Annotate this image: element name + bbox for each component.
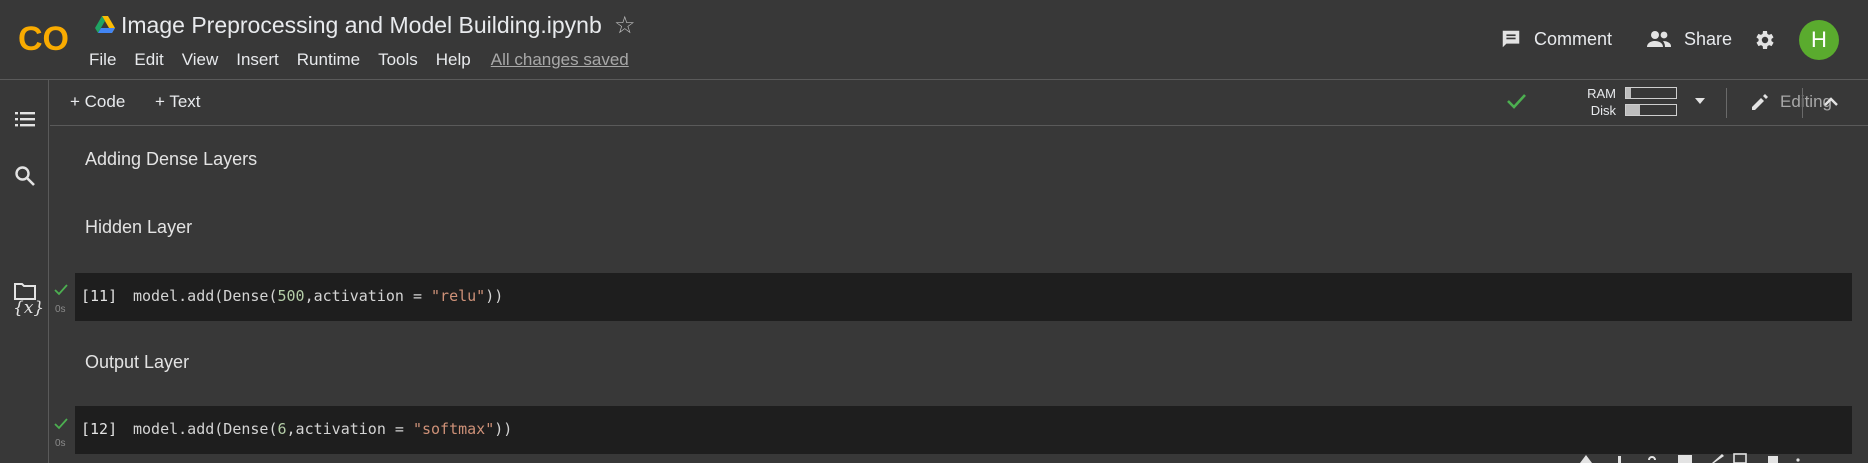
toolbar-divider <box>1726 88 1727 118</box>
code-cell[interactable]: [12] model.add(Dense(6,activation = "sof… <box>75 406 1852 454</box>
code-editor[interactable]: model.add(Dense(6,activation = "softmax"… <box>133 420 512 438</box>
share-label: Share <box>1684 28 1733 49</box>
left-sidebar: {𝑥} <box>0 80 49 463</box>
disk-usage-fill <box>1626 105 1640 115</box>
comment-button[interactable]: Comment <box>1500 28 1612 50</box>
disk-usage-bar[interactable] <box>1625 104 1677 116</box>
chevron-up-icon[interactable] <box>1821 92 1841 112</box>
add-code-button[interactable]: + Code <box>70 92 125 112</box>
disk-label: Disk <box>1590 103 1616 118</box>
svg-text:CO: CO <box>18 20 68 57</box>
code-token: ,activation = <box>304 287 432 305</box>
user-avatar[interactable]: H <box>1799 20 1839 60</box>
execution-count: [11] <box>81 287 118 305</box>
code-token: model.add(Dense( <box>133 287 278 305</box>
code-token: model.add(Dense( <box>133 420 278 438</box>
menu-insert[interactable]: Insert <box>236 50 279 70</box>
table-of-contents-icon[interactable] <box>14 108 36 130</box>
comment-cell-icon[interactable] <box>1678 455 1692 463</box>
delete-icon[interactable] <box>1768 456 1778 463</box>
edit-cell-icon[interactable] <box>1712 454 1724 463</box>
execution-time: 0s <box>55 438 66 449</box>
dropdown-arrow-icon[interactable] <box>1693 94 1707 108</box>
code-token: )) <box>494 420 513 438</box>
comment-label: Comment <box>1534 28 1613 49</box>
pencil-icon <box>1752 94 1768 110</box>
toolbar-divider <box>1802 88 1803 118</box>
run-success-check-icon <box>54 418 68 430</box>
app-header: CO Image Preprocessing and Model Buildin… <box>0 0 1868 80</box>
people-icon <box>1647 31 1671 47</box>
google-drive-icon[interactable] <box>95 16 115 34</box>
code-token: ,activation = <box>286 420 413 438</box>
notebook-title[interactable]: Image Preprocessing and Model Building.i… <box>121 12 602 39</box>
ram-usage-bar[interactable] <box>1625 87 1677 99</box>
code-string-token: "relu" <box>431 287 486 305</box>
save-status-link[interactable]: All changes saved <box>491 50 629 70</box>
ram-label: RAM <box>1587 86 1616 101</box>
code-string-token: "softmax" <box>412 420 495 438</box>
menu-tools[interactable]: Tools <box>378 50 418 70</box>
notebook-toolbar: + Code + Text RAM Disk Editing <box>50 80 1868 126</box>
code-cell[interactable]: [11] model.add(Dense(500,activation = "r… <box>75 273 1852 321</box>
connected-check-icon <box>1507 94 1526 109</box>
run-success-check-icon <box>54 284 68 296</box>
code-number-token: 500 <box>277 287 305 305</box>
mirror-cell-icon[interactable] <box>1733 453 1747 463</box>
code-number-token: 6 <box>277 420 287 438</box>
menu-help[interactable]: Help <box>436 50 471 70</box>
code-token: )) <box>485 287 504 305</box>
menu-bar: File Edit View Insert Runtime Tools Help… <box>89 50 647 70</box>
comment-icon <box>1502 30 1520 48</box>
move-up-icon[interactable] <box>1580 455 1592 463</box>
menu-edit[interactable]: Edit <box>134 50 163 70</box>
text-cell-heading[interactable]: Adding Dense Layers <box>85 149 257 170</box>
search-icon[interactable] <box>14 165 36 187</box>
code-editor[interactable]: model.add(Dense(500,activation = "relu")… <box>133 287 503 305</box>
more-options-icon[interactable] <box>1796 458 1800 462</box>
menu-view[interactable]: View <box>182 50 219 70</box>
move-down-icon[interactable] <box>1618 456 1621 463</box>
execution-count: [12] <box>81 420 118 438</box>
ram-usage-fill <box>1626 88 1631 98</box>
cell-action-toolbar <box>1580 453 1800 463</box>
editing-mode-button[interactable]: Editing <box>1750 92 1832 112</box>
execution-time: 0s <box>55 304 66 315</box>
text-cell-heading[interactable]: Output Layer <box>85 352 189 373</box>
star-icon[interactable]: ☆ <box>614 11 636 40</box>
share-button[interactable]: Share <box>1646 28 1732 50</box>
menu-runtime[interactable]: Runtime <box>297 50 360 70</box>
gear-icon[interactable] <box>1752 28 1776 52</box>
menu-file[interactable]: File <box>89 50 116 70</box>
colab-logo[interactable]: CO <box>18 19 68 57</box>
link-icon[interactable] <box>1648 456 1656 460</box>
text-cell-heading[interactable]: Hidden Layer <box>85 217 192 238</box>
folder-icon[interactable] <box>14 280 36 302</box>
add-text-button[interactable]: + Text <box>155 92 201 112</box>
